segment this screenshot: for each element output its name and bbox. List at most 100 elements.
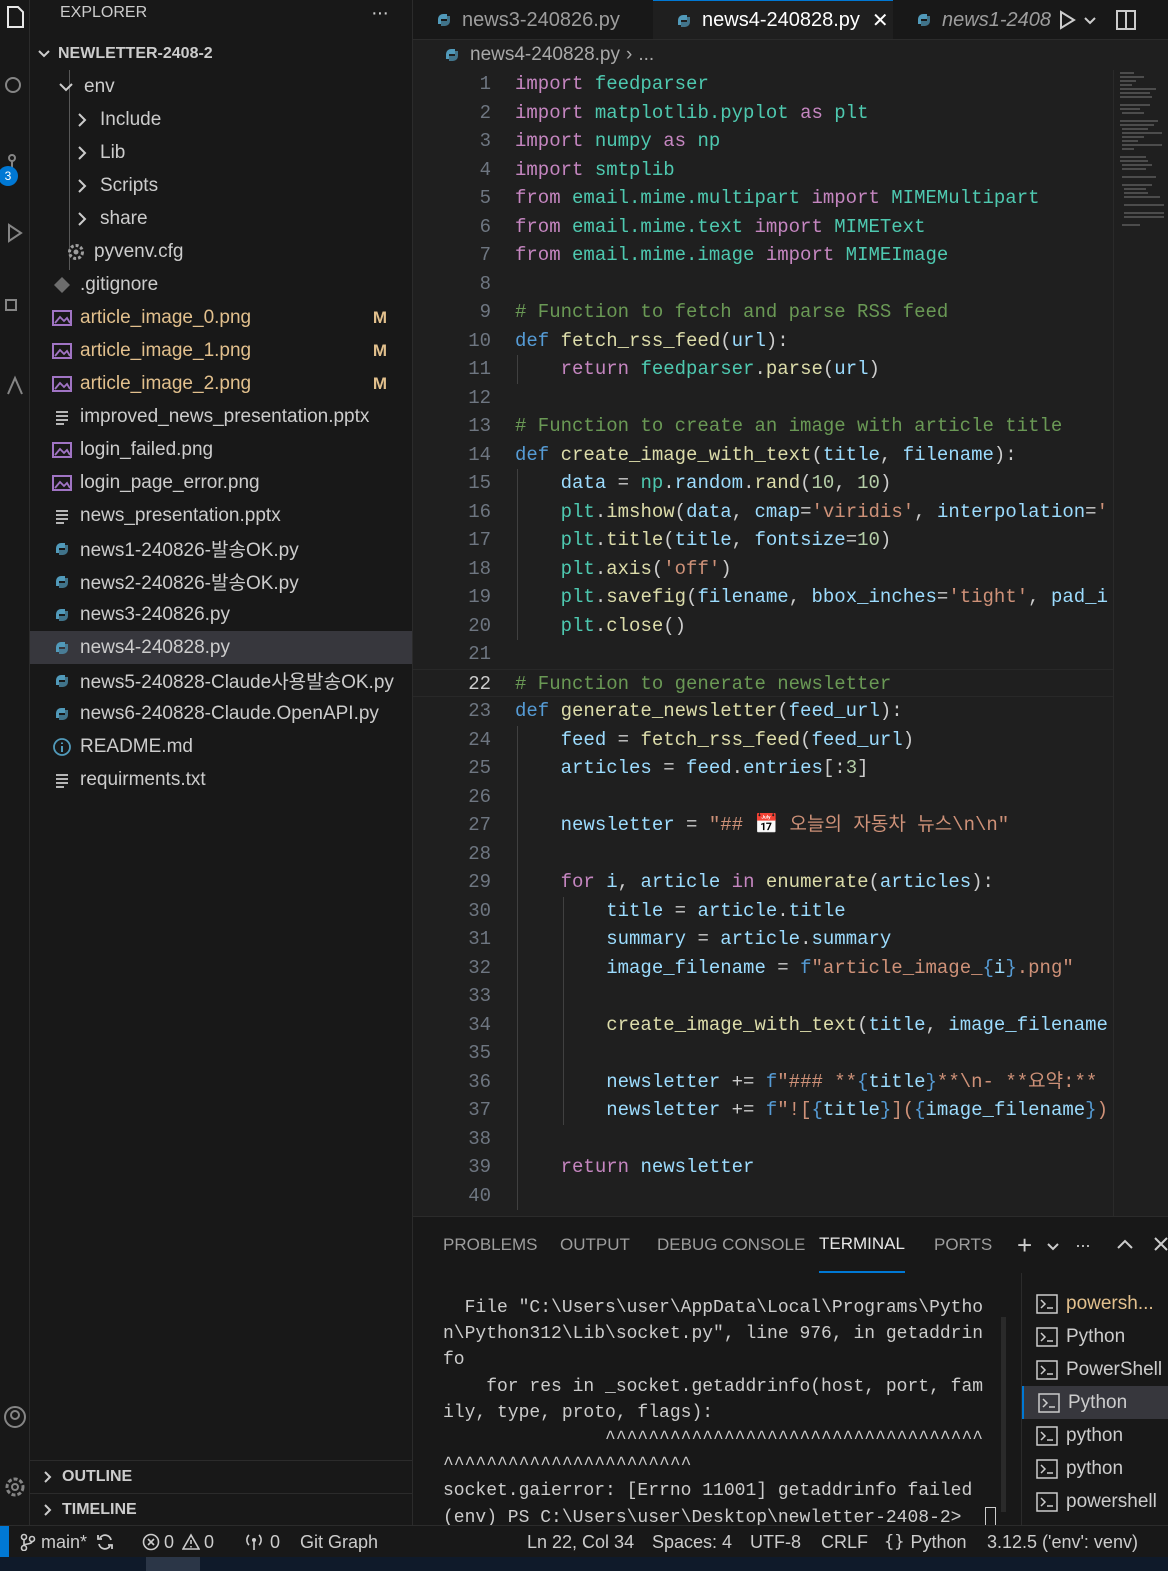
remote-indicator[interactable] <box>0 1526 9 1558</box>
file-item[interactable]: news2-240826-발송OK.py <box>30 565 412 598</box>
tab-terminal[interactable]: TERMINAL <box>819 1217 905 1273</box>
line-number: 20 <box>468 614 491 637</box>
folder-item[interactable]: share <box>30 202 412 235</box>
tab-debug-console[interactable]: DEBUG CONSOLE <box>657 1217 805 1273</box>
file-item[interactable]: article_image_0.png M <box>30 301 412 334</box>
code-line: 7 from email.mime.image import MIMEImage <box>413 241 1113 270</box>
new-terminal-button[interactable]: + <box>1017 1217 1032 1273</box>
file-item[interactable]: news3-240826.py <box>30 598 412 631</box>
code-token: . <box>800 928 812 950</box>
close-tab-icon[interactable]: ✕ <box>872 8 889 33</box>
terminal-instance[interactable]: PowerShell <box>1022 1353 1168 1386</box>
tab-news1[interactable]: news1-2408 <box>893 0 1053 39</box>
run-debug-icon[interactable] <box>0 218 30 248</box>
code-token: i <box>606 871 618 893</box>
file-item[interactable]: README.md <box>30 730 412 763</box>
settings-gear-icon[interactable] <box>0 1472 30 1502</box>
outline-section[interactable]: OUTLINE <box>30 1460 412 1493</box>
code-token: title <box>674 529 732 551</box>
folder-item[interactable]: Lib <box>30 136 412 169</box>
split-editor-icon[interactable] <box>1115 9 1137 36</box>
terminal-instance[interactable]: powershell <box>1022 1485 1168 1518</box>
git-graph-button[interactable]: Git Graph <box>300 1526 378 1558</box>
file-item[interactable]: news4-240828.py <box>30 631 412 664</box>
tab-ports[interactable]: PORTS <box>934 1217 992 1273</box>
account-icon[interactable] <box>0 1402 30 1432</box>
indentation-status[interactable]: Spaces: 4 <box>652 1526 732 1558</box>
branch-status[interactable]: main* <box>20 1526 115 1558</box>
file-item[interactable]: news1-240826-발송OK.py <box>30 532 412 565</box>
code-editor[interactable]: 1 import feedparser 2 import matplotlib.pyp… <box>413 70 1113 1216</box>
problems-status[interactable]: 0 0 <box>142 1526 214 1558</box>
terminal-instance[interactable]: Python <box>1022 1320 1168 1353</box>
tab-output[interactable]: OUTPUT <box>560 1217 630 1273</box>
folder-item[interactable]: env <box>30 70 412 103</box>
folder-item[interactable]: Include <box>30 103 412 136</box>
file-item[interactable]: requirments.txt <box>30 763 412 796</box>
file-item[interactable]: login_page_error.png <box>30 466 412 499</box>
folder-item[interactable]: Scripts <box>30 169 412 202</box>
code-text: newsletter += f"### **{title}**\n- **요약:… <box>515 1068 1097 1097</box>
terminal-output[interactable]: File "C:\Users\user\AppData\Local\Progra… <box>443 1295 1003 1531</box>
file-item[interactable]: article_image_2.png M <box>30 367 412 400</box>
eol-status[interactable]: CRLF <box>821 1526 868 1558</box>
run-file-icon[interactable] <box>1058 10 1076 35</box>
terminal-options-chevron-icon[interactable] <box>1046 1240 1060 1258</box>
code-line: 2 import matplotlib.pyplot as plt <box>413 99 1113 128</box>
tab-news3[interactable]: news3-240826.py <box>413 0 653 39</box>
run-options-chevron-icon[interactable] <box>1083 14 1097 32</box>
code-line: 6 from email.mime.text import MIMEText <box>413 213 1113 242</box>
code-token: .png" <box>1016 956 1074 979</box>
terminal-instance[interactable]: powersh... <box>1022 1287 1168 1320</box>
terminal-scrollbar[interactable] <box>1001 1317 1006 1512</box>
file-item[interactable]: news_presentation.pptx <box>30 499 412 532</box>
explorer-more-button[interactable]: ··· <box>371 2 389 25</box>
code-token: plt <box>560 529 595 551</box>
explorer-icon[interactable] <box>0 2 30 32</box>
tab-news4[interactable]: news4-240828.py ✕ <box>653 0 893 39</box>
code-token: f <box>765 1099 778 1121</box>
sync-icon[interactable] <box>95 1532 115 1552</box>
tab-problems[interactable]: PROBLEMS <box>443 1217 537 1273</box>
tree-item-label: Include <box>100 108 162 130</box>
encoding-status[interactable]: UTF-8 <box>750 1526 801 1558</box>
close-panel-icon[interactable] <box>1153 1236 1168 1257</box>
terminal-instance[interactable]: Python <box>1022 1386 1168 1419</box>
terminal-instance[interactable]: python <box>1022 1419 1168 1452</box>
image-file-icon <box>52 309 72 327</box>
code-token: np <box>697 130 721 152</box>
tree-item-label: env <box>84 75 115 97</box>
python-interpreter-status[interactable]: 3.12.5 ('env': venv) <box>987 1526 1138 1558</box>
line-number: 18 <box>468 557 491 580</box>
minimap[interactable] <box>1113 70 1168 1216</box>
line-number: 32 <box>468 956 491 979</box>
file-item[interactable]: improved_news_presentation.pptx <box>30 400 412 433</box>
panel-more-button[interactable]: ··· <box>1075 1217 1091 1273</box>
outline-label: OUTLINE <box>62 1468 133 1485</box>
file-item[interactable]: article_image_1.png M <box>30 334 412 367</box>
file-item[interactable]: .gitignore <box>30 268 412 301</box>
ports-status[interactable]: 0 <box>244 1526 280 1558</box>
breadcrumb-symbol[interactable]: ... <box>638 44 654 66</box>
language-status[interactable]: {} Python <box>884 1526 967 1558</box>
workspace-root[interactable]: NEWLETTER-2408-2 <box>30 37 412 70</box>
code-token: MIMEMultipart <box>891 187 1040 209</box>
maximize-panel-icon[interactable] <box>1116 1237 1134 1256</box>
timeline-section[interactable]: TIMELINE <box>30 1493 412 1525</box>
file-item[interactable]: news5-240828-Claude사용발송OK.py <box>30 664 412 697</box>
code-text: articles = feed.entries[:3] <box>515 754 869 783</box>
breadcrumb-file[interactable]: news4-240828.py <box>470 44 620 66</box>
line-number: 9 <box>479 301 491 323</box>
code-line: 32 image_filename = f"article_image_{i}.… <box>413 954 1113 983</box>
code-token: parse <box>765 358 823 380</box>
testing-icon[interactable] <box>0 370 30 400</box>
file-item[interactable]: login_failed.png <box>30 433 412 466</box>
cursor-position[interactable]: Ln 22, Col 34 <box>527 1526 634 1558</box>
file-item[interactable]: pyvenv.cfg <box>30 235 412 268</box>
file-item[interactable]: news6-240828-Claude.OpenAPI.py <box>30 697 412 730</box>
terminal-instance[interactable]: python <box>1022 1452 1168 1485</box>
line-number: 5 <box>479 187 491 209</box>
terminal-list: powersh... Python PowerShell Python python py… <box>1021 1273 1168 1526</box>
search-icon[interactable] <box>0 72 30 102</box>
extensions-icon[interactable] <box>0 290 30 320</box>
